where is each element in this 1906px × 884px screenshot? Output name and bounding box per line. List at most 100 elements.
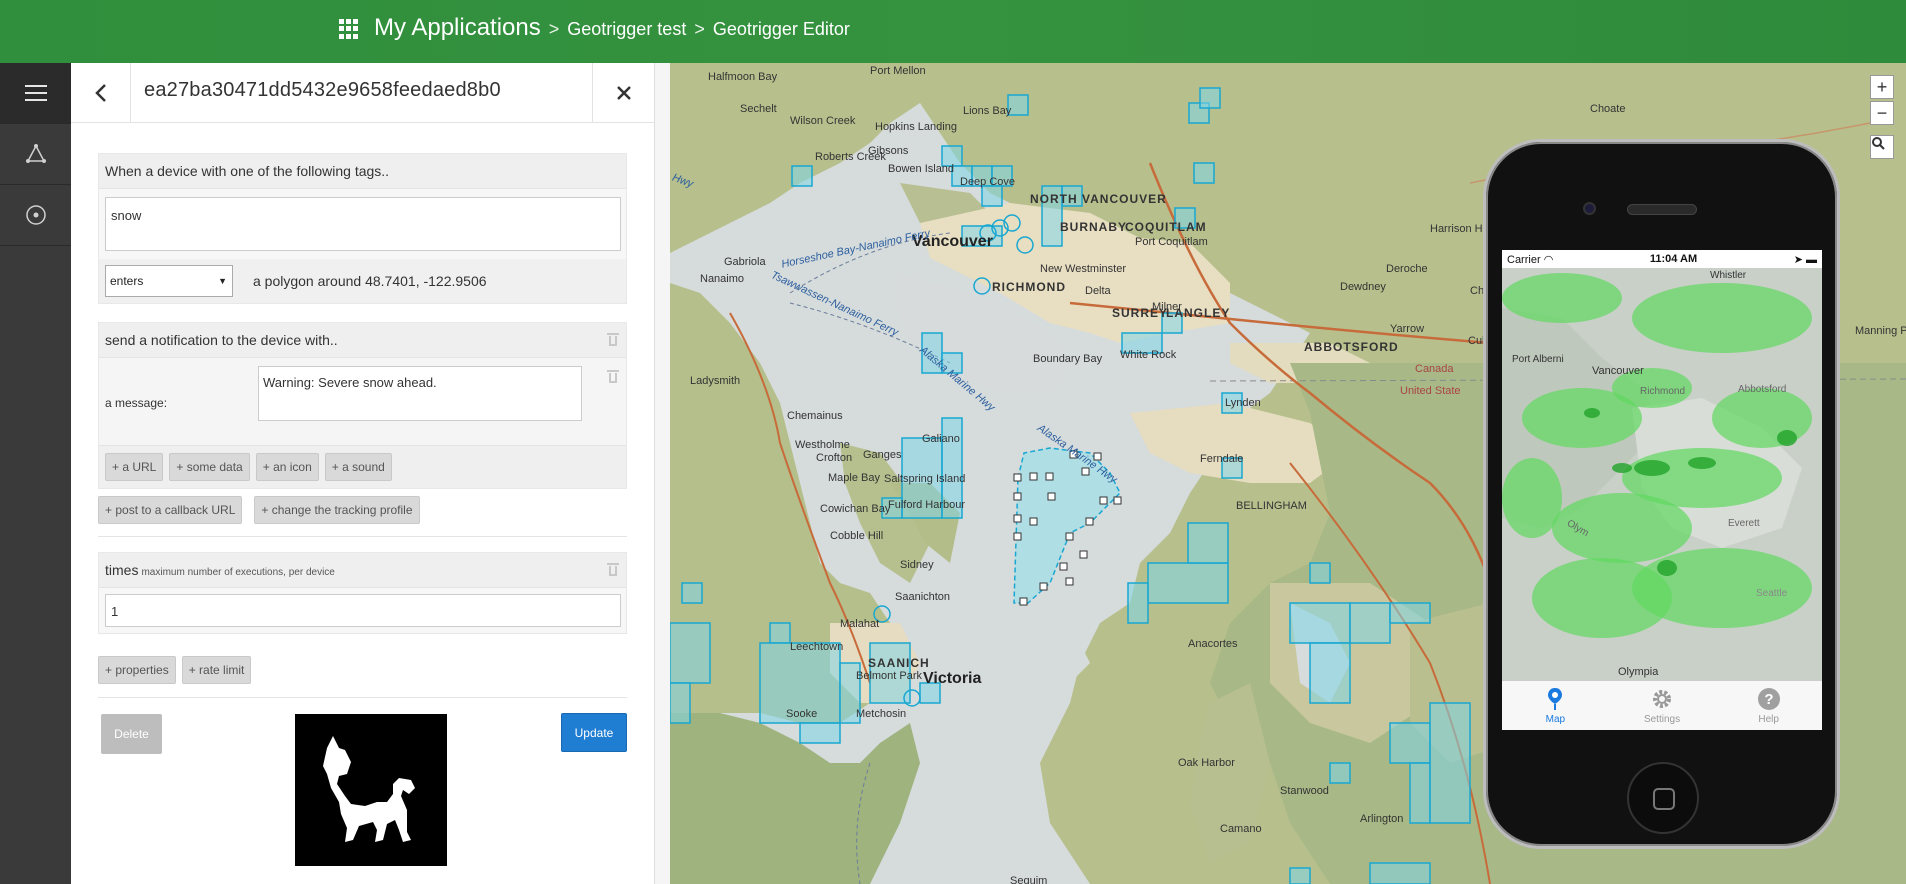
map-label: Belmont Park: [856, 670, 923, 682]
map-label: Cobble Hill: [830, 530, 884, 542]
phone-map-label: Olympia: [1618, 666, 1659, 678]
phone-tab-bar: Map Settings ? Help: [1502, 680, 1822, 730]
tab-map-label: Map: [1545, 713, 1566, 725]
shape-description: a polygon around 48.7401, -122.9506: [253, 273, 487, 289]
times-input[interactable]: 1: [105, 594, 621, 627]
polygon-tool-button[interactable]: [0, 124, 71, 185]
menu-button[interactable]: [0, 63, 71, 124]
map-label: Galiano: [922, 433, 960, 445]
add-rate-limit-button[interactable]: + rate limit: [181, 656, 252, 684]
add-data-button[interactable]: + some data: [169, 453, 250, 481]
iphone-simulator: Carrier ◠ 11:04 AM ➤ ▬ Whistler Port Alb…: [1483, 139, 1840, 849]
map-label: Bowen Island: [888, 163, 955, 175]
phone-map-label: Vancouver: [1592, 365, 1644, 377]
hamburger-icon: [24, 85, 47, 101]
map-label: Malahat: [840, 618, 880, 630]
add-url-button[interactable]: + a URL: [105, 453, 164, 481]
map-label: Deroche: [1386, 263, 1428, 275]
map-search-button[interactable]: [1870, 135, 1894, 159]
map-label: Manning Park: [1855, 325, 1906, 337]
zoom-out-button[interactable]: −: [1870, 101, 1894, 125]
map-label: NORTH VANCOUVER: [1030, 192, 1167, 206]
map-label: COQUITLAM: [1125, 220, 1207, 234]
map-label: Halfmoon Bay: [708, 71, 778, 83]
apps-grid-icon[interactable]: [339, 19, 359, 39]
add-icon-button[interactable]: + an icon: [255, 453, 319, 481]
status-time: 11:04 AM: [1649, 253, 1698, 265]
phone-map-label: Port Alberni: [1512, 354, 1564, 365]
back-button[interactable]: [71, 63, 131, 123]
times-hint: maximum number of executions, per device: [141, 567, 335, 578]
message-input[interactable]: Warning: Severe snow ahead.: [258, 366, 582, 421]
phone-map[interactable]: Whistler Port Alberni Vancouver Richmond…: [1502, 268, 1822, 680]
delete-times-trash-icon[interactable]: [607, 562, 619, 577]
map-label: Wilson Creek: [790, 115, 856, 127]
map-label: Canada: [1415, 363, 1454, 375]
camera: [1583, 202, 1596, 215]
phone-map-label: Everett: [1728, 518, 1760, 529]
map-label: Choate: [1590, 103, 1626, 115]
times-label: times maximum number of executions, per d…: [105, 562, 335, 578]
map-label: SAANICH: [868, 656, 930, 670]
circle-tool-button[interactable]: [0, 185, 71, 246]
chevron-left-icon: [94, 84, 106, 102]
delete-message-trash-icon[interactable]: [607, 369, 619, 384]
add-properties-button[interactable]: + properties: [98, 656, 176, 684]
map-label: Westholme: [795, 439, 850, 451]
map-label: Deep Cove: [960, 176, 1016, 188]
map-label: Fulford Harbour: [888, 499, 966, 511]
add-callback-url-button[interactable]: + post to a callback URL: [98, 496, 243, 524]
caret-down-icon: ▼: [218, 276, 227, 286]
map-label: Lynden: [1225, 397, 1261, 409]
husky-dog-icon: [323, 736, 415, 842]
close-icon: [616, 86, 631, 100]
change-tracking-profile-button[interactable]: + change the tracking profile: [254, 496, 420, 524]
tab-settings[interactable]: Settings: [1609, 681, 1716, 730]
panel-header: ea27ba30471dd5432e9658feedaed8b0: [71, 63, 654, 123]
map-label: Sooke: [786, 708, 818, 720]
wifi-icon: ◠: [1543, 253, 1554, 266]
direction-select-value: enters: [110, 274, 144, 288]
carrier-label: Carrier ◠: [1507, 253, 1554, 266]
map-label: Ladysmith: [690, 375, 741, 387]
add-sound-button[interactable]: + a sound: [324, 453, 392, 481]
extra-props-row: + properties + rate limit: [98, 656, 252, 684]
map-label: Ferndale: [1200, 453, 1244, 465]
extra-actions-row: + post to a callback URL + change the tr…: [98, 496, 420, 524]
tab-map[interactable]: Map: [1502, 681, 1609, 730]
map-label-victoria: Victoria: [923, 670, 982, 687]
trigger-id-title: ea27ba30471dd5432e9658feedaed8b0: [144, 79, 501, 101]
action-section: send a notification to the device with..…: [98, 322, 627, 489]
trigger-editor-panel: ea27ba30471dd5432e9658feedaed8b0 When a …: [71, 63, 655, 884]
delete-button[interactable]: Delete: [101, 714, 162, 754]
message-label: a message:: [105, 396, 168, 410]
zoom-in-button[interactable]: +: [1870, 75, 1894, 99]
map-label: United State: [1400, 385, 1461, 397]
map-label: Oak Harbor: [1178, 757, 1235, 769]
map-label: Port Mellon: [870, 65, 926, 77]
map-label: Arlington: [1360, 813, 1404, 825]
update-button[interactable]: Update: [561, 713, 627, 752]
message-row: a message: Warning: Severe snow ahead.: [99, 358, 626, 446]
condition-label: When a device with one of the following …: [99, 154, 626, 189]
map-label: Leechtown: [790, 641, 844, 653]
map-label: Cowichan Bay: [820, 503, 891, 515]
breadcrumb-separator: >: [548, 19, 560, 39]
breadcrumb-geotrigger-test[interactable]: Geotrigger test: [567, 19, 686, 40]
tags-input[interactable]: snow: [105, 197, 621, 251]
phone-screen: Carrier ◠ 11:04 AM ➤ ▬ Whistler Port Alb…: [1502, 250, 1822, 730]
breadcrumb-my-applications[interactable]: My Applications: [374, 14, 541, 42]
map-label: Sidney: [900, 559, 934, 571]
map-label: Dewdney: [1340, 281, 1386, 293]
polygon-icon: [25, 144, 46, 163]
direction-select[interactable]: enters ▼: [105, 265, 233, 297]
times-section: times maximum number of executions, per d…: [98, 552, 627, 634]
breadcrumb-geotrigger-editor: Geotrigger Editor: [712, 19, 850, 39]
tab-help[interactable]: ? Help: [1715, 681, 1822, 730]
home-button[interactable]: [1627, 762, 1699, 834]
delete-action-trash-icon[interactable]: [607, 332, 619, 347]
map-label: BURNABY: [1060, 220, 1127, 234]
close-button[interactable]: [592, 63, 654, 123]
left-rail: [0, 63, 71, 884]
top-bar: My Applications > Geotrigger test > Geot…: [0, 0, 1906, 63]
